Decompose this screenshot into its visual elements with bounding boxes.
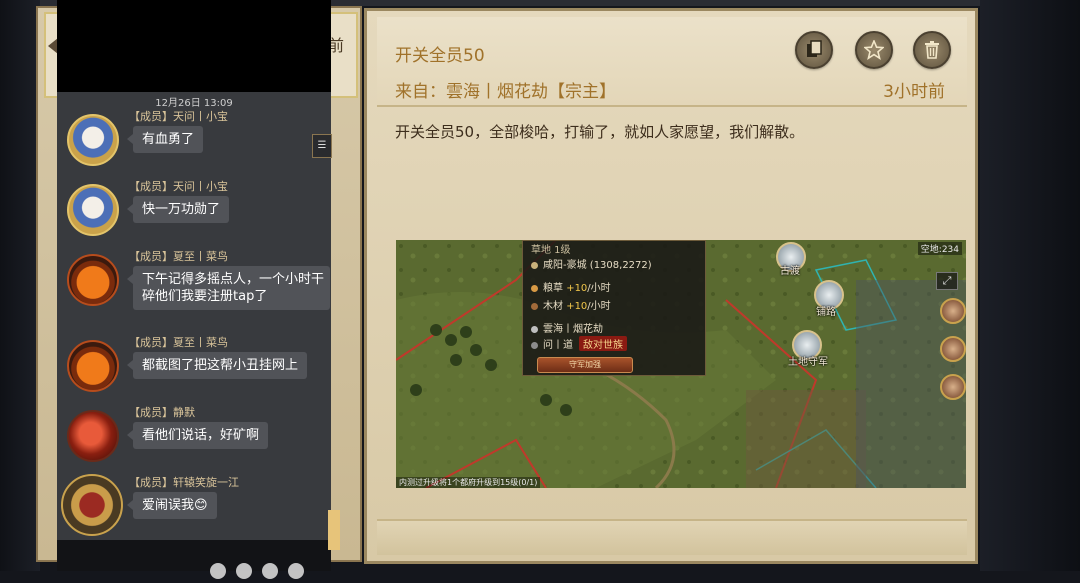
chat-collapse-icon[interactable]: ☰ xyxy=(312,134,332,158)
location-pin-icon xyxy=(531,261,538,269)
chat-bubble-line: 碎他们我要注册tap了 xyxy=(142,289,268,304)
avatar[interactable] xyxy=(67,254,119,306)
chat-message: 【成员】天问丨小宝 有血勇了 xyxy=(57,106,331,176)
avatar[interactable] xyxy=(67,114,119,166)
food-label: 粮草 xyxy=(543,283,563,294)
trash-icon xyxy=(925,41,939,59)
avatar[interactable] xyxy=(67,184,119,236)
hero-portrait-icon[interactable] xyxy=(940,374,966,400)
food-yield: 粮草 +10/小时 xyxy=(531,279,611,294)
page-dot[interactable] xyxy=(210,563,226,579)
hero-portrait-icon[interactable] xyxy=(940,298,966,324)
right-backdrop xyxy=(980,0,1080,571)
tile-location: 咸阳-豪城 (1308,2272) xyxy=(531,256,652,271)
expand-icon[interactable]: ⤢ xyxy=(936,272,958,290)
chat-bubble: 都截图了把这帮小丑挂网上 xyxy=(126,352,308,379)
bridge-label: 铺路 xyxy=(816,307,836,318)
mail-header: 开关全员50 来自：雲海丨烟花劫【宗主】 3小时前 xyxy=(377,17,967,107)
mail-attachment-image[interactable]: 草地 1级 咸阳-豪城 (1308,2272) 粮草 +10/小时 木材 +10… xyxy=(396,240,966,488)
wood-label: 木材 xyxy=(543,301,563,312)
food-unit: /小时 xyxy=(587,283,611,294)
chat-bubble: 有血勇了 xyxy=(126,126,204,153)
tile-location-text: 咸阳-豪城 (1308,2272) xyxy=(543,260,652,271)
page-dot[interactable] xyxy=(262,563,278,579)
chat-message: 【成员】轩辕笑旋一江 爱闹误我😊 xyxy=(57,472,331,540)
wood-unit: /小时 xyxy=(587,301,611,312)
mail-body: 开关全员50，全部梭哈，打输了，就如人家愿望，我们解散。 xyxy=(395,123,805,141)
tile-type: 草地 1级 xyxy=(531,245,571,256)
tile-info-card: 草地 1级 咸阳-豪城 (1308,2272) 粮草 +10/小时 木材 +10… xyxy=(522,240,706,376)
chat-panel: 12月26日 13:09 【成员】天问丨小宝 有血勇了 【成员】天问丨小宝 快一… xyxy=(57,92,331,540)
page-dot[interactable] xyxy=(288,563,304,579)
chat-sender: 【成员】轩辕笑旋一江 xyxy=(129,476,239,489)
food-rate: +10 xyxy=(566,283,588,294)
chat-sender: 【成员】夏至丨菜鸟 xyxy=(129,250,228,263)
copy-button[interactable] xyxy=(795,31,833,69)
avatar[interactable] xyxy=(67,340,119,392)
star-icon xyxy=(864,40,884,60)
page-indicator xyxy=(210,563,314,583)
hostile-badge: 敌对世族 xyxy=(579,336,627,351)
chat-message: 【成员】天问丨小宝 快一万功勋了 xyxy=(57,176,331,246)
chat-bubble: 爱闹误我😊 xyxy=(127,492,217,519)
mail-footer xyxy=(377,519,967,555)
chat-message: 【成员】静默 看他们说话，好矿啊 xyxy=(57,402,331,472)
wood-yield: 木材 +10/小时 xyxy=(531,297,611,312)
owner-icon xyxy=(531,325,538,333)
side-decoration xyxy=(328,510,340,550)
alliance-name: 问丨道 xyxy=(543,340,573,351)
ancient-ford-label: 古渡 xyxy=(780,266,800,277)
chat-bubble: 看他们说话，好矿啊 xyxy=(126,422,269,449)
chat-sender: 【成员】天问丨小宝 xyxy=(129,180,228,193)
tile-owner-name: 雲海丨烟花劫 xyxy=(543,324,603,335)
wood-icon xyxy=(531,302,538,310)
local-guard-label: 土地守军 xyxy=(788,357,828,368)
mail-title: 开关全员50 xyxy=(395,46,485,66)
copy-icon xyxy=(807,40,822,57)
delete-button[interactable] xyxy=(913,31,951,69)
food-icon xyxy=(531,284,538,292)
tile-owner: 雲海丨烟花劫 xyxy=(531,320,603,335)
avatar[interactable] xyxy=(61,474,123,536)
tile-alliance: 问丨道 敌对世族 xyxy=(531,336,627,351)
chat-overlay-top xyxy=(57,0,331,92)
chat-sender: 【成员】夏至丨菜鸟 xyxy=(129,336,228,349)
favorite-button[interactable] xyxy=(855,31,893,69)
chat-message: 【成员】夏至丨菜鸟 都截图了把这帮小丑挂网上 xyxy=(57,332,331,402)
wood-rate: +10 xyxy=(566,301,588,312)
left-backdrop xyxy=(0,0,40,571)
chat-bubble: 快一万功勋了 xyxy=(126,196,230,223)
mail-sender: 来自：雲海丨烟花劫【宗主】 xyxy=(395,82,616,102)
quest-tip: 内测过升级将1个都府升级到15级(0/1) xyxy=(396,477,541,488)
mail-time: 3小时前 xyxy=(883,82,945,102)
chat-sender: 【成员】天问丨小宝 xyxy=(129,110,228,123)
chat-sender: 【成员】静默 xyxy=(129,406,195,419)
chat-message: 【成员】夏至丨菜鸟 下午记得多摇点人，一个小时干 碎他们我要注册tap了 xyxy=(57,246,331,332)
avatar[interactable] xyxy=(67,410,119,462)
hero-portrait-icon[interactable] xyxy=(940,336,966,362)
alliance-icon xyxy=(531,341,538,349)
defend-button[interactable]: 守军加强 xyxy=(537,357,633,373)
chat-bubble-line: 下午记得多摇点人，一个小时干 xyxy=(142,272,324,287)
chat-bubble: 下午记得多摇点人，一个小时干 碎他们我要注册tap了 xyxy=(127,266,330,310)
page-dot[interactable] xyxy=(236,563,252,579)
empty-land-count: 空地:234 xyxy=(917,242,962,255)
